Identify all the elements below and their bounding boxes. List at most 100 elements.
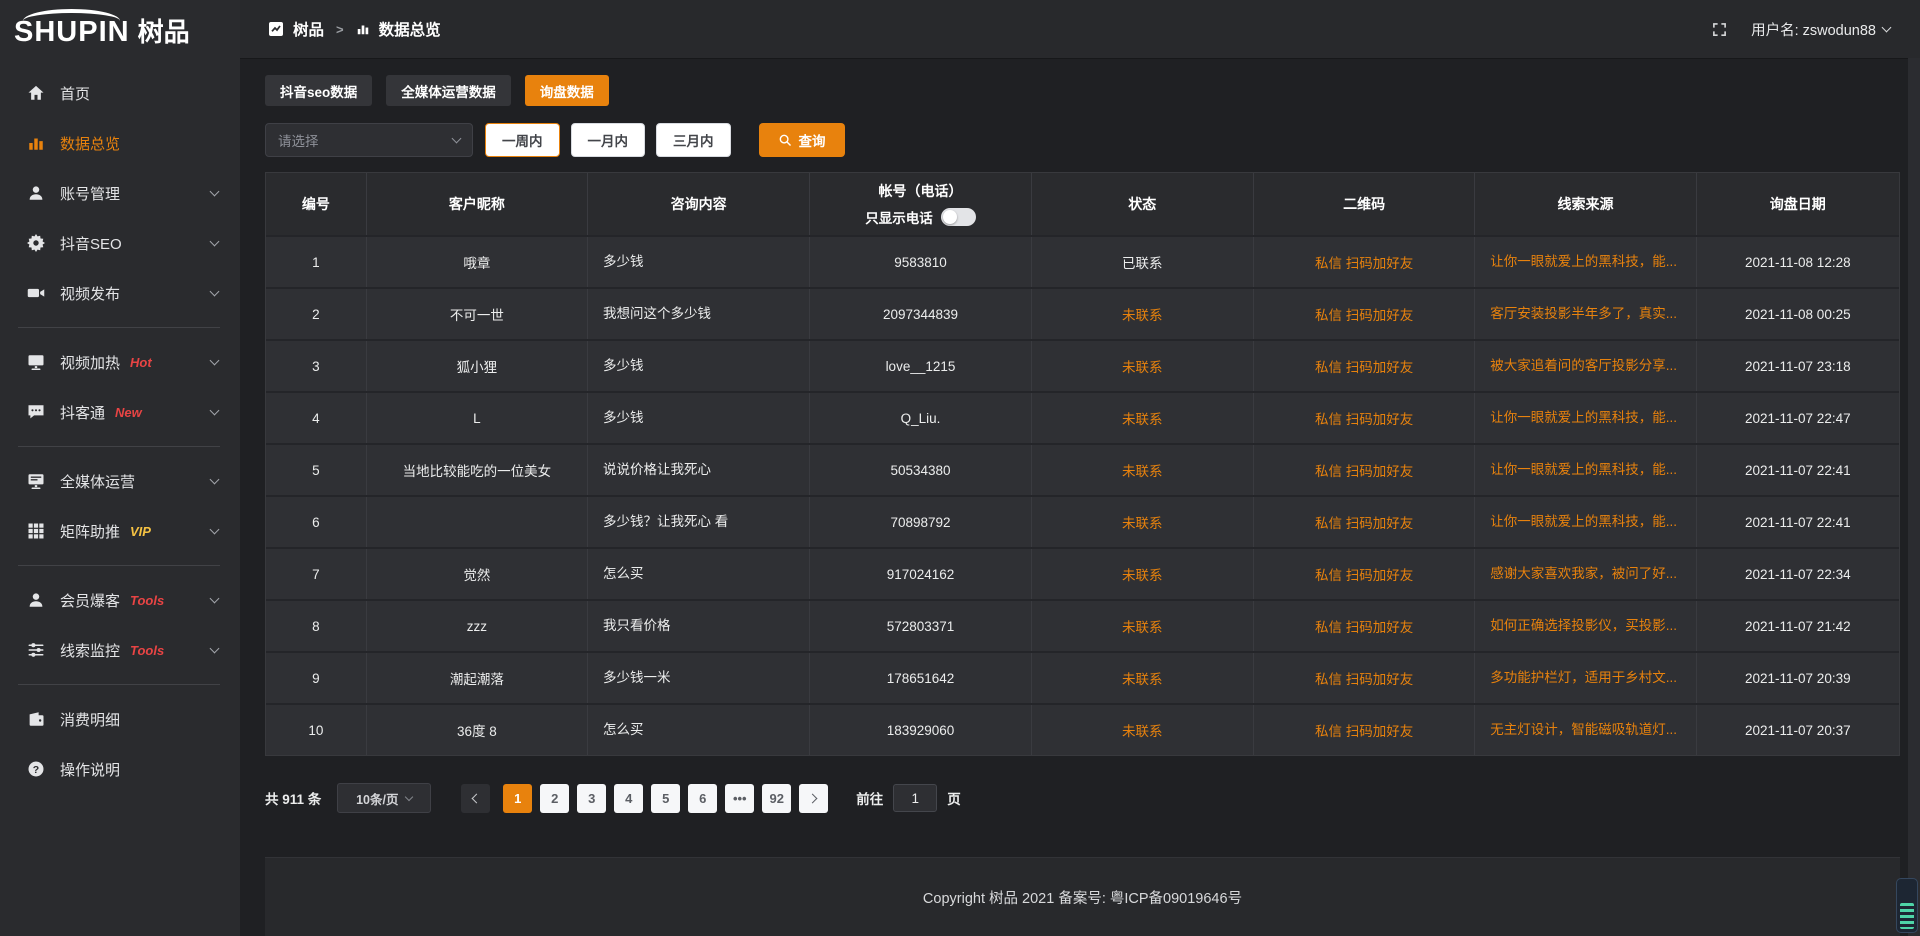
source-link[interactable]: 无主灯设计，智能磁吸轨道灯... [1475,705,1696,755]
source-link[interactable]: 让你一眼就爱上的黑科技，能... [1475,237,1696,287]
sidebar-item-gear[interactable]: 抖音SEO [0,218,240,268]
cell-date: 2021-11-07 20:39 [1697,653,1899,703]
source-link[interactable]: 如何正确选择投影仪，买投影... [1475,601,1696,651]
cell-date: 2021-11-07 20:37 [1697,705,1899,755]
filter-select[interactable]: 请选择 [265,123,473,157]
cell-account: 2097344839 [810,289,1031,339]
question-icon [27,760,45,778]
table-row: 10 36度 8 怎么买 183929060 未联系 私信 扫码加好友 无主灯设… [266,703,1899,755]
qrcode-link[interactable]: 私信 扫码加好友 [1254,549,1475,599]
page-button-6[interactable]: 6 [688,784,717,813]
total-count-label: 共 911 条 [265,788,321,808]
monitor-icon [27,353,45,371]
sidebar-item-member[interactable]: 会员爆客 Tools [0,575,240,625]
page-unit-label: 页 [947,788,961,808]
source-link[interactable]: 多功能护栏灯，适用于乡村文... [1475,653,1696,703]
cell-nickname: 觉然 [367,549,588,599]
table-row: 2 不可一世 我想问这个多少钱 2097344839 未联系 私信 扫码加好友 … [266,287,1899,339]
source-link[interactable]: 感谢大家喜欢我家，被问了好... [1475,549,1696,599]
sidebar-divider [18,446,220,447]
cell-status: 未联系 [1032,549,1254,599]
scrollbar-track[interactable] [1908,58,1920,936]
sidebar-item-monitor[interactable]: 视频加热 Hot [0,337,240,387]
cell-date: 2021-11-08 12:28 [1697,237,1899,287]
source-link[interactable]: 让你一眼就爱上的黑科技，能... [1475,393,1696,443]
user-icon [27,184,45,202]
tab-inquiry-data[interactable]: 询盘数据 [525,75,609,106]
source-link[interactable]: 被大家追着问的客厅投影分享... [1475,341,1696,391]
cell-content: 多少钱一米 [588,653,810,703]
grid-icon [27,522,45,540]
sidebar-item-chart[interactable]: 数据总览 [0,118,240,168]
prev-page-button[interactable] [461,784,490,813]
qrcode-link[interactable]: 私信 扫码加好友 [1254,341,1475,391]
period-week[interactable]: 一周内 [485,123,560,157]
cell-nickname: L [367,393,588,443]
qrcode-link[interactable]: 私信 扫码加好友 [1254,497,1475,547]
sidebar-item-display[interactable]: 全媒体运营 [0,456,240,506]
table-row: 1 哦章 多少钱 9583810 已联系 私信 扫码加好友 让你一眼就爱上的黑科… [266,235,1899,287]
cell-content: 多少钱？让我死心 看 [588,497,810,547]
sidebar-item-question[interactable]: 操作说明 [0,744,240,794]
fullscreen-icon[interactable] [1712,22,1727,37]
page-button-5[interactable]: 5 [651,784,680,813]
page-button-3[interactable]: 3 [577,784,606,813]
page-button-1[interactable]: 1 [503,784,532,813]
qrcode-link[interactable]: 私信 扫码加好友 [1254,653,1475,703]
app-root: SHUPIN 树品 首页 数据总览 账号管理 抖音SEO 视频发布 视频加热 H… [0,0,1920,936]
chevron-right-icon [808,793,818,803]
qrcode-link[interactable]: 私信 扫码加好友 [1254,601,1475,651]
source-link[interactable]: 让你一眼就爱上的黑科技，能... [1475,445,1696,495]
period-quarter[interactable]: 三月内 [656,123,731,157]
wallet-icon [27,710,45,728]
chevron-down-icon [1882,22,1892,32]
chevron-down-icon [210,355,220,365]
sidebar-item-home[interactable]: 首页 [0,68,240,118]
tab-media-ops-data[interactable]: 全媒体运营数据 [386,75,511,106]
tab-douyin-seo-data[interactable]: 抖音seo数据 [265,75,372,106]
qrcode-link[interactable]: 私信 扫码加好友 [1254,705,1475,755]
period-month[interactable]: 一月内 [571,123,646,157]
brand-name-cn: 树品 [138,19,190,45]
qrcode-link[interactable]: 私信 扫码加好友 [1254,237,1475,287]
phone-only-toggle[interactable] [941,208,976,226]
sidebar-item-grid[interactable]: 矩阵助推 VIP [0,506,240,556]
chevron-down-icon [210,593,220,603]
cell-account: Q_Liu. [810,393,1031,443]
page-button-92[interactable]: 92 [762,784,791,813]
sidebar-item-sliders[interactable]: 线索监控 Tools [0,625,240,675]
brand-logo: SHUPIN 树品 [0,0,240,58]
sidebar-item-video[interactable]: 视频发布 [0,268,240,318]
cell-date: 2021-11-07 23:18 [1697,341,1899,391]
cell-date: 2021-11-07 22:41 [1697,445,1899,495]
cell-status: 未联系 [1032,341,1254,391]
breadcrumb-current: 数据总览 [379,18,441,40]
user-menu[interactable]: 用户名: zswodun88 [1751,19,1890,40]
next-page-button[interactable] [799,784,828,813]
page-button-4[interactable]: 4 [614,784,643,813]
table-row: 9 潮起潮落 多少钱一米 178651642 未联系 私信 扫码加好友 多功能护… [266,651,1899,703]
sidebar-item-wallet[interactable]: 消费明细 [0,694,240,744]
page-button-more[interactable]: ••• [725,784,754,813]
chevron-down-icon [452,133,462,143]
source-link[interactable]: 客厅安装投影半年多了，真实... [1475,289,1696,339]
cell-account: 917024162 [810,549,1031,599]
qrcode-link[interactable]: 私信 扫码加好友 [1254,393,1475,443]
source-link[interactable]: 让你一眼就爱上的黑科技，能... [1475,497,1696,547]
sidebar-item-chat[interactable]: 抖客通 New [0,387,240,437]
breadcrumb-root[interactable]: 树品 [293,18,324,40]
inquiry-table: 编号 客户昵称 咨询内容 帐号（电话） 只显示电话 状态 二维码 线索来源 [265,172,1900,756]
goto-page-input[interactable] [893,784,937,812]
cell-nickname: 36度 8 [367,705,588,755]
query-button[interactable]: 查询 [759,123,845,157]
qrcode-link[interactable]: 私信 扫码加好友 [1254,289,1475,339]
page-button-2[interactable]: 2 [540,784,569,813]
sidebar-item-user[interactable]: 账号管理 [0,168,240,218]
breadcrumb: 树品 > 数据总览 [268,18,441,40]
cell-num: 8 [266,601,367,651]
page-size-select[interactable]: 10条/页 [337,783,431,813]
qrcode-link[interactable]: 私信 扫码加好友 [1254,445,1475,495]
cell-account: 70898792 [810,497,1031,547]
footer: Copyright 树品 2021 备案号: 粤ICP备09019646号 [265,857,1900,936]
floating-widget[interactable] [1896,878,1918,933]
